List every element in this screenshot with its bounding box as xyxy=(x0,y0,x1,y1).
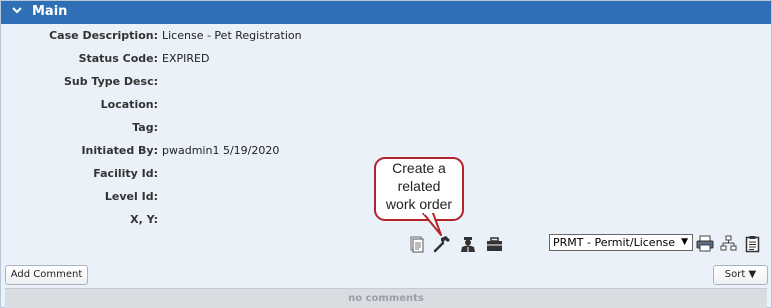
section-header[interactable]: Main xyxy=(1,1,771,24)
initiated-by-label: Initiated By: xyxy=(81,144,158,157)
initiated-by-value: pwadmin1 5/19/2020 xyxy=(162,144,280,157)
dropdown-arrow-icon: ▼ xyxy=(681,237,688,247)
status-code-value: EXPIRED xyxy=(162,52,210,65)
tag-label: Tag: xyxy=(132,121,158,134)
clipboard-icon[interactable] xyxy=(745,235,760,253)
sort-label: Sort xyxy=(724,269,746,280)
level-id-label: Level Id: xyxy=(104,190,158,203)
location-label: Location: xyxy=(100,98,158,111)
hierarchy-icon[interactable] xyxy=(720,235,737,252)
xy-label: X, Y: xyxy=(130,213,158,226)
create-work-order-callout: Create a related work order xyxy=(374,157,464,221)
add-comment-button[interactable]: Add Comment xyxy=(5,265,88,285)
status-code-label: Status Code: xyxy=(78,52,158,65)
no-comments-text: no comments xyxy=(348,293,424,304)
inspector-icon[interactable] xyxy=(460,236,476,253)
comments-list: no comments xyxy=(5,288,767,308)
report-type-select[interactable]: PRMT - Permit/License ▼ xyxy=(549,234,693,251)
case-description-value: License - Pet Registration xyxy=(162,29,302,42)
callout-line-3: work order xyxy=(385,196,453,212)
callout-pointer xyxy=(422,213,442,236)
main-panel: Main Case Description: License - Pet Reg… xyxy=(0,0,772,308)
report-type-selected: PRMT - Permit/License xyxy=(553,236,676,249)
sort-button[interactable]: Sort ▼ xyxy=(713,265,768,285)
hammer-icon[interactable] xyxy=(433,235,451,253)
section-title: Main xyxy=(32,4,68,19)
document-icon[interactable] xyxy=(409,236,425,253)
sub-type-desc-label: Sub Type Desc: xyxy=(63,75,158,88)
chevron-down-icon[interactable] xyxy=(12,5,22,18)
sort-arrow-icon: ▼ xyxy=(748,269,757,280)
case-description-label: Case Description: xyxy=(49,29,158,42)
callout-line-2: related xyxy=(397,178,441,194)
briefcase-icon[interactable] xyxy=(486,237,503,252)
printer-icon[interactable] xyxy=(696,235,714,252)
callout-line-1: Create a xyxy=(392,160,446,176)
facility-id-label: Facility Id: xyxy=(93,167,158,180)
